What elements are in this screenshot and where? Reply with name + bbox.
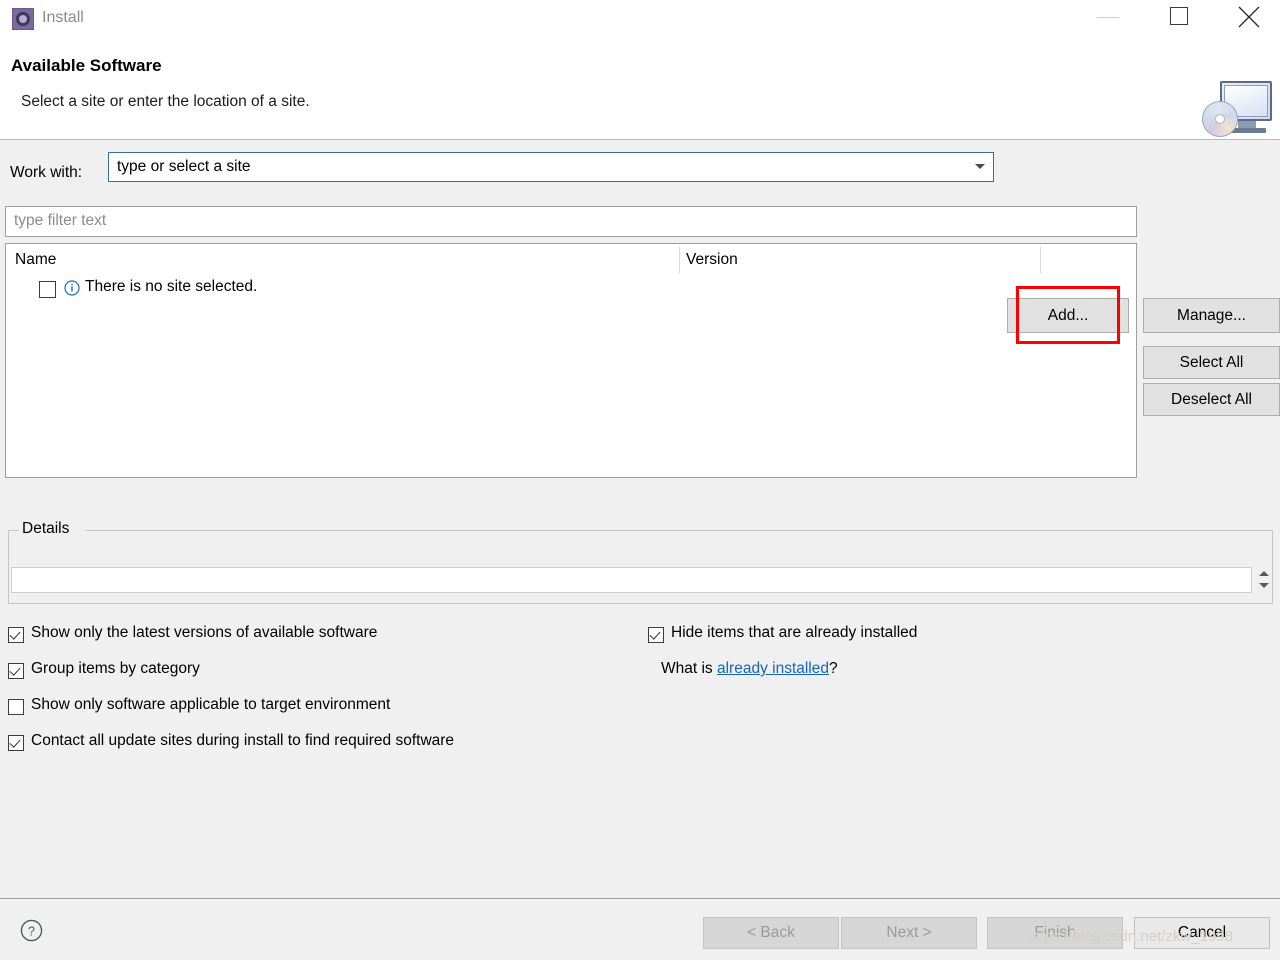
checkbox[interactable] (8, 627, 24, 643)
chevron-down-icon (975, 164, 985, 169)
finish-button[interactable]: Finish (987, 917, 1123, 949)
cancel-button[interactable]: Cancel (1134, 917, 1270, 949)
next-button[interactable]: Next > (841, 917, 977, 949)
option-label: Show only the latest versions of availab… (31, 624, 378, 641)
details-label: Details (19, 520, 73, 538)
option-label: Group items by category (31, 660, 200, 677)
window-title: Install (42, 9, 84, 26)
work-with-value: type or select a site (117, 158, 251, 175)
dialog-body: Work with: type or select a site type fi… (0, 140, 1280, 898)
row-checkbox[interactable] (39, 281, 56, 298)
maximize-button[interactable] (1156, 0, 1202, 34)
checkbox[interactable] (8, 663, 24, 679)
chevron-up-icon[interactable] (1259, 571, 1269, 576)
filter-input[interactable]: type filter text (5, 206, 1137, 237)
option-label: Show only software applicable to target … (31, 696, 391, 713)
column-divider[interactable] (679, 247, 680, 273)
work-with-label: Work with: (10, 164, 83, 181)
chevron-down-icon[interactable] (1259, 583, 1269, 588)
details-field[interactable] (11, 567, 1252, 593)
what-is-suffix: ? (829, 660, 838, 677)
back-button[interactable]: < Back (703, 917, 839, 949)
info-icon (64, 280, 80, 296)
work-with-combo[interactable]: type or select a site (108, 152, 994, 182)
column-divider[interactable] (1040, 247, 1041, 273)
checkbox[interactable] (8, 735, 24, 751)
checkbox[interactable] (8, 699, 24, 715)
details-scroll-spinner[interactable] (1258, 568, 1270, 594)
close-icon (1238, 6, 1260, 28)
select-all-button[interactable]: Select All (1143, 346, 1280, 379)
column-header-version[interactable]: Version (686, 244, 738, 276)
filter-placeholder: type filter text (14, 212, 107, 229)
page-title: Available Software (11, 56, 162, 75)
column-header-name[interactable]: Name (15, 244, 56, 276)
option-label: Hide items that are already installed (671, 624, 918, 641)
what-is-prefix: What is (661, 660, 717, 677)
help-icon[interactable]: ? (20, 919, 43, 942)
minimize-button[interactable] (1086, 0, 1132, 34)
add-button[interactable]: Add... (1007, 298, 1129, 333)
checkbox[interactable] (648, 627, 664, 643)
title-bar: Install (0, 0, 1280, 38)
manage-button[interactable]: Manage... (1143, 298, 1280, 333)
table-row[interactable]: There is no site selected. (6, 276, 1136, 304)
already-installed-link[interactable]: already installed (717, 660, 829, 677)
what-is-already-installed: What is already installed? (661, 660, 838, 678)
option-label: Contact all update sites during install … (31, 732, 455, 749)
deselect-all-button[interactable]: Deselect All (1143, 383, 1280, 416)
row-name: There is no site selected. (85, 278, 258, 295)
close-button[interactable] (1226, 0, 1272, 34)
maximize-icon (1170, 7, 1188, 25)
dialog-footer: ? < Back Next > Finish Cancel (0, 898, 1280, 960)
svg-text:?: ? (28, 924, 35, 938)
wizard-header: Available Software Select a site or ente… (0, 38, 1280, 140)
available-software-table[interactable]: Name Version There is no site selected. (5, 243, 1137, 478)
minimize-icon (1097, 17, 1119, 18)
install-gear-icon (12, 8, 34, 30)
install-banner-icon (1200, 78, 1276, 140)
page-subtitle: Select a site or enter the location of a… (21, 93, 310, 110)
